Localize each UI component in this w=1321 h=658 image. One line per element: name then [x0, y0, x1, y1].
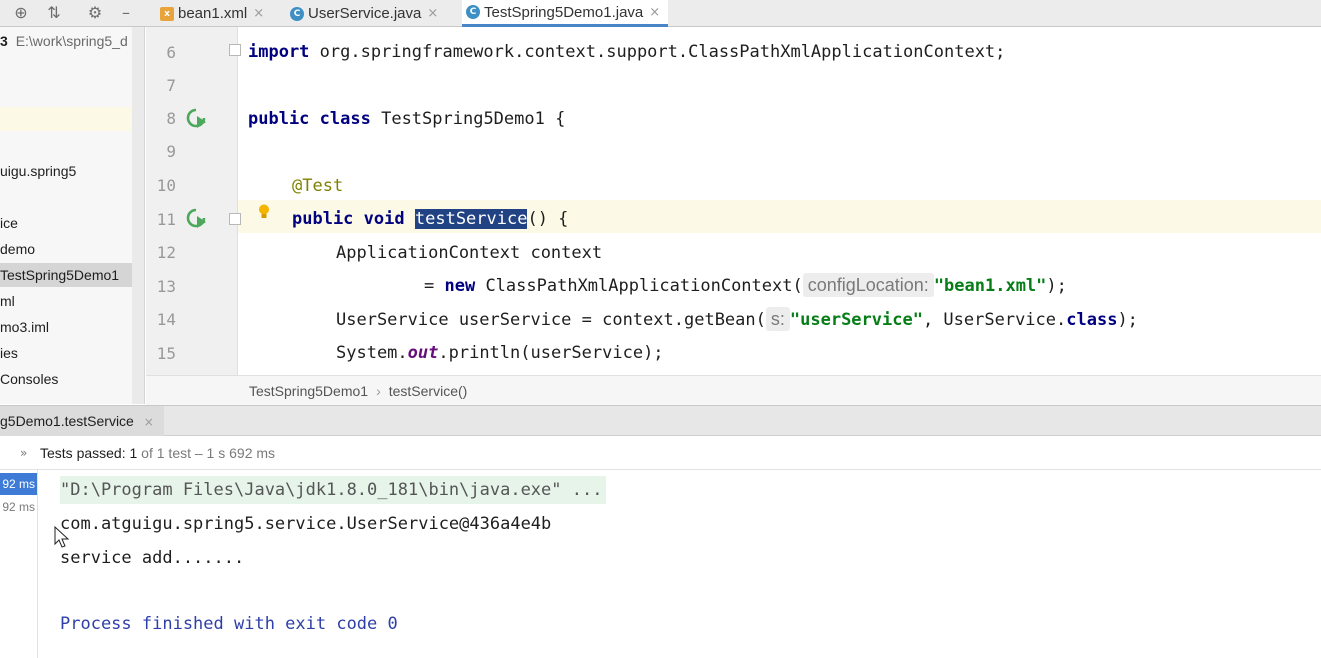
target-icon[interactable]: ⊕	[11, 3, 31, 23]
project-root[interactable]: 3 E:\work\spring5_d	[0, 29, 144, 53]
console-command-line: "D:\Program Files\Java\jdk1.8.0_181\bin\…	[60, 476, 607, 504]
fold-icon[interactable]	[229, 213, 241, 225]
gear-icon[interactable]: ⚙	[85, 3, 105, 23]
code-line-14: UserService userService = context.getBea…	[336, 307, 1138, 331]
test-time[interactable]: 92 ms	[0, 496, 37, 518]
line-number: 11	[156, 210, 176, 229]
tree-item-demo[interactable]: demo	[0, 237, 144, 261]
code-line-6: import org.springframework.context.suppo…	[248, 42, 1006, 62]
code-line-8: public class TestSpring5Demo1 {	[248, 109, 566, 129]
test-results-tree: 92 ms 92 ms	[0, 470, 38, 658]
param-hint: s:	[765, 307, 790, 331]
tree-item-libraries[interactable]: ies	[0, 341, 144, 365]
line-number: 14	[156, 310, 176, 329]
code-line-13: = new ClassPathXmlApplicationContext(con…	[424, 273, 1067, 297]
sidebar-highlight-row[interactable]	[0, 107, 144, 131]
line-number: 12	[156, 243, 176, 262]
code-line-15: System.out.println(userService);	[336, 343, 664, 363]
selected-method-name: testService	[414, 209, 528, 229]
breadcrumb: TestSpring5Demo1 › testService()	[146, 375, 1321, 405]
param-hint: configLocation:	[802, 273, 934, 297]
status-prefix: Tests passed:	[40, 445, 130, 461]
code-line-11: public void testService() {	[292, 209, 569, 229]
tree-item-consoles[interactable]: Consoles	[0, 367, 144, 391]
line-number: 8	[166, 109, 176, 128]
breadcrumb-class[interactable]: TestSpring5Demo1	[249, 383, 368, 399]
run-test-icon[interactable]	[185, 207, 207, 229]
tab-bean1-xml[interactable]: x bean1.xml ×	[156, 0, 264, 27]
test-time-selected[interactable]: 92 ms	[0, 473, 37, 495]
console-output-line: service add.......	[60, 548, 245, 568]
line-number: 13	[156, 277, 176, 296]
run-tab-label: g5Demo1.testService	[0, 413, 134, 429]
collapse-icon[interactable]: ⇅	[44, 3, 64, 23]
project-tree: 3 E:\work\spring5_d uigu.spring5 ice dem…	[0, 27, 145, 404]
line-number: 10	[156, 176, 176, 195]
xml-file-icon: x	[160, 6, 174, 21]
run-config-tab[interactable]: g5Demo1.testService ×	[0, 406, 164, 436]
status-detail: of 1 test – 1 s 692 ms	[137, 445, 276, 461]
lightbulb-icon[interactable]	[258, 204, 270, 220]
class-file-icon: C	[466, 5, 480, 19]
line-number: 9	[166, 142, 176, 161]
close-icon[interactable]: ×	[649, 5, 660, 20]
tab-label: UserService.java	[308, 5, 422, 22]
chevron-right-icon: ›	[376, 383, 381, 399]
minimize-icon[interactable]: –	[116, 3, 136, 23]
tree-item-package[interactable]: uigu.spring5	[0, 159, 144, 183]
line-number: 6	[166, 43, 176, 62]
tree-item-testspring5demo1[interactable]: TestSpring5Demo1	[0, 263, 144, 287]
tab-userservice-java[interactable]: C UserService.java ×	[286, 0, 438, 27]
test-status-bar: » Tests passed: 1 of 1 test – 1 s 692 ms	[0, 436, 1321, 470]
editor-gutter: 6 7 8 9 10 11 12 13 14 15	[146, 27, 269, 375]
code-editor[interactable]: 6 7 8 9 10 11 12 13 14 15 import org.spr…	[146, 27, 1321, 375]
tree-item-service[interactable]: ice	[0, 211, 144, 235]
line-number: 15	[156, 344, 176, 363]
console-exit-line: Process finished with exit code 0	[60, 614, 398, 634]
tree-item-iml[interactable]: mo3.iml	[0, 315, 144, 339]
line-number: 7	[166, 76, 176, 95]
tab-label: bean1.xml	[178, 5, 248, 22]
close-icon[interactable]: ×	[427, 6, 438, 21]
tree-item-ml[interactable]: ml	[0, 289, 144, 313]
close-icon[interactable]: ×	[253, 6, 264, 21]
project-label: 3	[0, 33, 8, 49]
project-path: E:\work\spring5_d	[15, 33, 128, 49]
sidebar-scrollbar[interactable]	[132, 27, 144, 404]
tab-label: TestSpring5Demo1.java	[484, 3, 644, 21]
run-class-icon[interactable]	[185, 107, 207, 129]
code-line-10: @Test	[292, 176, 344, 196]
mouse-cursor-icon	[54, 526, 70, 548]
code-line-12: ApplicationContext context	[336, 243, 603, 263]
fold-icon[interactable]	[229, 44, 241, 56]
breadcrumb-method[interactable]: testService()	[389, 383, 468, 399]
editor-tab-bar: ⊕ ⇅ ⚙ – x bean1.xml × C UserService.java…	[0, 0, 1321, 27]
console-output[interactable]: "D:\Program Files\Java\jdk1.8.0_181\bin\…	[38, 470, 1321, 658]
run-tool-window-tabs: g5Demo1.testService ×	[0, 405, 1321, 436]
console-output-line: com.atguigu.spring5.service.UserService@…	[60, 514, 552, 534]
expand-icon[interactable]: »	[20, 436, 27, 470]
tab-testspring5demo1-java[interactable]: C TestSpring5Demo1.java ×	[462, 0, 669, 27]
close-icon[interactable]: ×	[144, 415, 154, 429]
class-file-icon: C	[290, 6, 304, 21]
